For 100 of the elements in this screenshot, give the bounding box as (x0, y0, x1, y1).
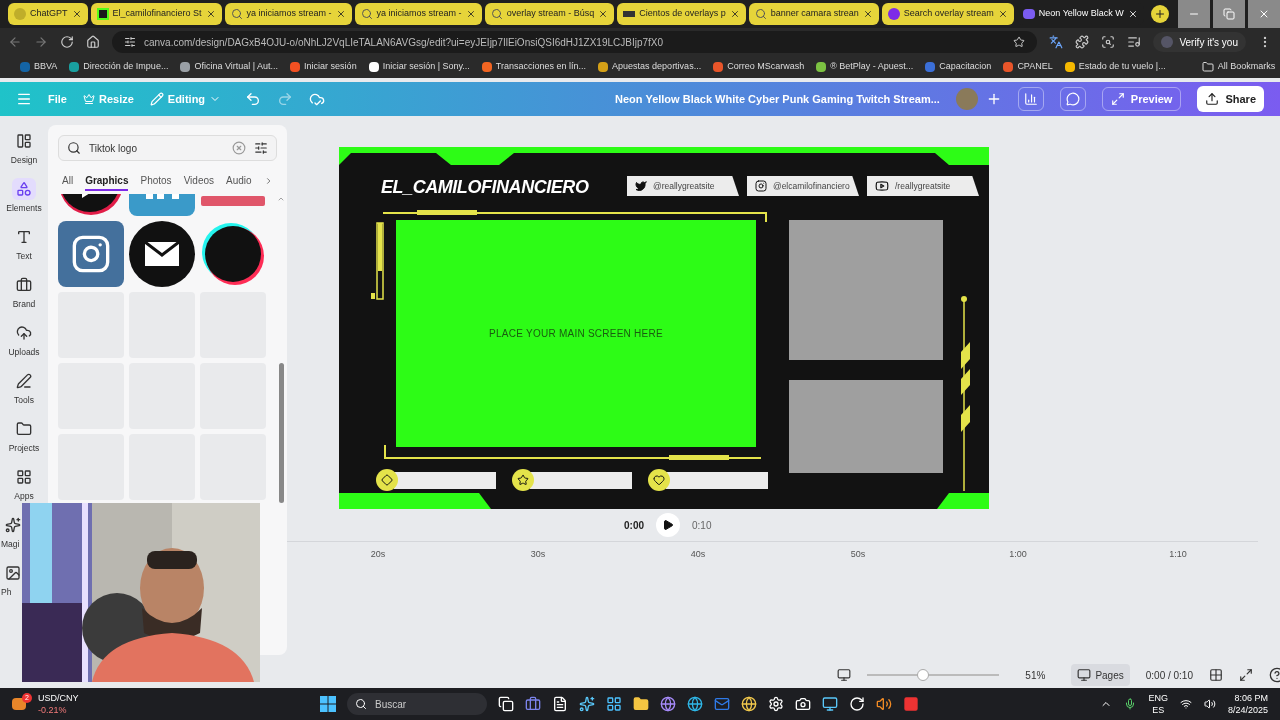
reload-icon[interactable] (60, 35, 74, 49)
bookmark-link[interactable]: Correo MScarwash (713, 60, 805, 74)
extensions-icon[interactable] (1075, 35, 1090, 49)
language-label[interactable]: ENG (1148, 692, 1168, 704)
bookmark-link[interactable]: Capacitacion (925, 60, 992, 74)
design-title[interactable]: Neon Yellow Black White Cyber Punk Gaming Twitch Stream... (615, 90, 940, 108)
region-label[interactable]: ES (1152, 704, 1165, 716)
close-icon[interactable] (729, 9, 740, 19)
search-field[interactable]: Tiktok logo (58, 135, 277, 161)
sidebar-item[interactable]: Design (0, 130, 48, 166)
back-icon[interactable] (8, 35, 22, 49)
clock-time[interactable]: 8:06 PM (1234, 692, 1268, 704)
volume-icon[interactable] (1203, 698, 1216, 710)
notes-icon[interactable] (837, 668, 852, 682)
sidebar-item[interactable]: Tools (0, 370, 48, 406)
browser-tab[interactable]: Cientos de overlays p (617, 3, 746, 25)
translate-icon[interactable] (1049, 35, 1064, 49)
store-icon[interactable] (606, 696, 622, 712)
browser-tab[interactable]: Search overlay stream (881, 3, 1014, 25)
close-icon[interactable] (598, 9, 609, 19)
sidebar-item[interactable]: Elements (0, 178, 48, 214)
close-icon[interactable] (997, 9, 1008, 19)
filter-icon[interactable] (254, 141, 268, 155)
task-view-icon[interactable] (498, 696, 514, 712)
play-button[interactable] (656, 513, 680, 537)
windows-logo-icon[interactable] (320, 696, 336, 712)
insights-button[interactable] (1017, 87, 1044, 111)
mail-icon[interactable] (714, 696, 730, 712)
close-icon[interactable] (71, 9, 82, 19)
comment-button[interactable] (1059, 87, 1086, 111)
sparkles-icon[interactable] (579, 696, 595, 712)
bookmark-link[interactable]: Iniciar sesión | Sony... (368, 60, 470, 74)
bookmark-link[interactable]: Transacciones en lín... (481, 60, 587, 74)
clear-icon[interactable] (232, 141, 246, 155)
square-app-icon[interactable] (903, 696, 919, 712)
sidebar-item[interactable]: Uploads (0, 322, 48, 358)
clock-date[interactable]: 8/24/2025 (1227, 704, 1268, 716)
filter-tab[interactable]: Videos (183, 171, 215, 191)
scrollbar-thumb[interactable] (278, 363, 284, 503)
pages-button[interactable]: Pages (1071, 664, 1130, 686)
share-button[interactable]: Share (1197, 86, 1264, 112)
address-bar[interactable]: canva.com/design/DAGxB4OJU-o/oNhLJ2VqLIeTALAN6AVGsg/edit?ui=eyJEIjp7IlEiOnsiQSI6dHJ1ZX19LCJBIjp7fX0 (112, 31, 1038, 53)
fullscreen-icon[interactable] (1239, 668, 1253, 682)
browser-tab[interactable]: ya iniciamos stream - (354, 3, 482, 25)
close-icon[interactable] (862, 9, 873, 19)
bookmark-link[interactable]: Iniciar sesión (290, 60, 357, 74)
undo-icon[interactable] (245, 91, 262, 107)
forward-icon[interactable] (34, 35, 48, 49)
close-icon[interactable] (1127, 9, 1138, 19)
sidebar-item[interactable]: Magi (0, 514, 22, 550)
preview-button[interactable]: Preview (1101, 87, 1182, 111)
sidebar-item[interactable]: Projects (0, 418, 48, 454)
briefcase-icon[interactable] (525, 696, 541, 712)
zoom-slider[interactable] (867, 669, 1000, 681)
site-settings-icon[interactable] (124, 36, 136, 48)
close-icon[interactable] (465, 9, 476, 19)
grid-view-icon[interactable] (1209, 668, 1223, 682)
all-bookmarks-link[interactable]: All Bookmarks (1201, 60, 1276, 74)
slider-thumb[interactable] (916, 669, 929, 681)
bookmark-link[interactable]: Estado de tu vuelo |... (1064, 60, 1166, 74)
filter-tab[interactable]: Graphics (85, 171, 129, 191)
globe-icon[interactable] (687, 696, 703, 712)
network-icon[interactable] (1179, 698, 1192, 710)
monitor-icon[interactable] (822, 696, 838, 712)
mic-icon[interactable] (1124, 698, 1137, 710)
bookmark-link[interactable]: ® BetPlay - Apuest... (816, 60, 914, 74)
browser-tab[interactable]: ya iniciamos stream - (224, 3, 352, 25)
sidebar-item[interactable]: Ph (0, 562, 22, 598)
bookmark-link[interactable]: Oficina Virtual | Aut... (180, 60, 279, 74)
taskbar-search[interactable]: Buscar (347, 693, 487, 715)
speaker-app-icon[interactable] (876, 696, 892, 712)
bookmark-link[interactable]: CPANEL (1003, 60, 1053, 74)
media-icon[interactable] (1127, 35, 1142, 49)
globe-icon[interactable] (660, 696, 676, 712)
bookmark-star-icon[interactable] (1013, 36, 1026, 48)
browser-tab[interactable]: El_camilofinanciero St (90, 3, 222, 25)
new-tab-button[interactable] (1150, 5, 1169, 23)
filter-tab[interactable]: Photos (140, 171, 172, 191)
browser-tab[interactable]: banner camara strean (748, 3, 879, 25)
bookmark-link[interactable]: Apuestas deportivas... (598, 60, 702, 74)
overlay-design[interactable]: EL_CAMILOFINANCIERO @reallygreatsite @elcamilofinanciero /reallygreatsite PLACE YOUR MAIN SCREEN HERE (339, 147, 989, 509)
folder-icon[interactable] (633, 696, 649, 712)
globe-icon[interactable] (741, 696, 757, 712)
filter-tab[interactable]: All (62, 171, 74, 191)
sidebar-item[interactable]: Apps (0, 466, 48, 502)
document-icon[interactable] (552, 696, 568, 712)
lens-icon[interactable] (1101, 35, 1116, 49)
bookmark-link[interactable]: Dirección de Impue... (69, 60, 169, 74)
tiktok-logo-result[interactable] (200, 221, 266, 287)
close-icon[interactable] (335, 9, 346, 19)
filter-tab[interactable]: Audio (226, 171, 252, 191)
profile-button[interactable]: Verify it's you (1153, 32, 1246, 52)
sidebar-item[interactable]: Brand (0, 274, 48, 310)
instagram-logo-result[interactable] (58, 221, 124, 287)
bookmark-link[interactable]: BBVA (20, 60, 58, 74)
cloud-saved-icon[interactable] (309, 91, 326, 107)
home-icon[interactable] (86, 35, 100, 49)
close-icon[interactable] (205, 9, 216, 19)
browser-tab[interactable]: overlay stream - Búsq (484, 3, 615, 25)
sidebar-item[interactable]: Text (0, 226, 48, 262)
